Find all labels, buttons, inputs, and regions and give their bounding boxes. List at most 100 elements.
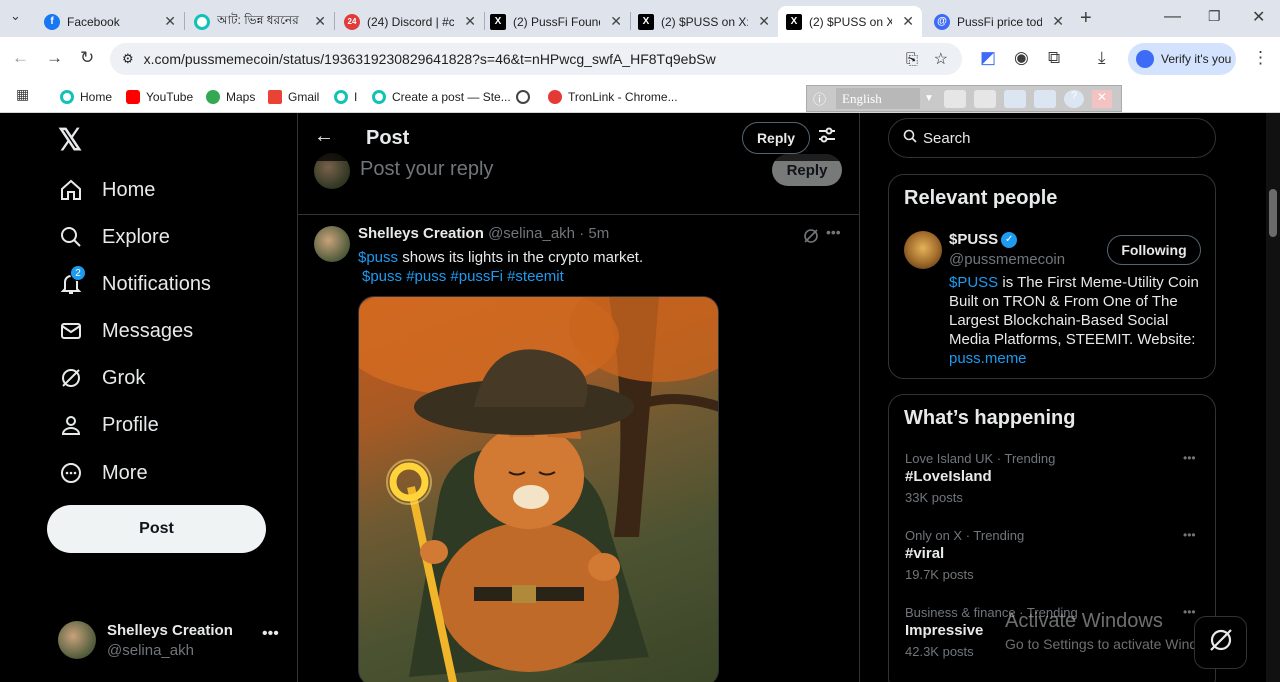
nav-item-profile[interactable]: Profile [58, 412, 159, 438]
bookmark-tronlink[interactable]: TronLink - Chrome... [548, 87, 678, 107]
dropdown-icon[interactable]: ▼ [924, 93, 934, 104]
toolbar: ← → ↻ ⚙ x.com/pussmemecoin/status/193631… [0, 37, 1280, 81]
close-tab-icon[interactable]: ✕ [902, 13, 914, 30]
verify-chip[interactable]: Verify it's you [1128, 43, 1236, 75]
search-placeholder: Search [923, 129, 971, 147]
nav-item-home[interactable]: Home [58, 177, 155, 203]
bookmark-youtube[interactable]: YouTube [126, 87, 193, 107]
nav-item-grok[interactable]: Grok [58, 365, 145, 391]
translate-icon[interactable]: ⓘ [813, 89, 826, 108]
nav-item-explore[interactable]: Explore [58, 224, 170, 250]
back-icon[interactable]: ← [12, 48, 29, 68]
hashtag-links[interactable]: $puss #puss #pussFi #steemit [362, 268, 564, 285]
back-arrow-icon[interactable]: ← [314, 125, 334, 148]
close-tab-icon[interactable]: ✕ [610, 13, 622, 30]
close-tab-icon[interactable]: ✕ [758, 13, 770, 30]
x-logo-icon[interactable]: 𝕏 [58, 123, 82, 158]
bookmark-gmail[interactable]: Gmail [268, 87, 319, 107]
post-button[interactable]: Post [47, 505, 266, 553]
nav-item-notifications[interactable]: 2 Notifications [58, 265, 211, 297]
site-info-icon[interactable]: ⚙ [122, 51, 134, 67]
address-bar[interactable]: ⚙ x.com/pussmemecoin/status/193631923082… [110, 43, 962, 75]
avatar[interactable] [904, 231, 942, 269]
reload-icon[interactable]: ↻ [80, 48, 94, 68]
nav-label: Notifications [102, 272, 211, 295]
tab-2[interactable]: 24 (24) Discord | #c ✕ [336, 6, 484, 37]
bookmark-home[interactable]: Home [60, 87, 112, 107]
minimize-icon[interactable]: — [1164, 6, 1181, 26]
scrollbar-thumb[interactable] [1269, 189, 1277, 237]
apps-grid-icon[interactable]: ▦ [16, 86, 29, 103]
tab-3[interactable]: X (2) PussFi Found ✕ [482, 6, 630, 37]
restore-icon[interactable]: ❐ [1208, 8, 1221, 25]
tab-title: Facebook [67, 14, 120, 29]
author-handle[interactable]: @selina_akh [488, 225, 575, 242]
more-dots-icon[interactable]: ••• [1183, 451, 1196, 465]
tab-search-icon[interactable]: ⌄ [10, 8, 21, 24]
tab-6[interactable]: @ PussFi price tod ✕ [926, 6, 1072, 37]
following-button[interactable]: Following [1107, 235, 1201, 265]
person-icon [58, 412, 84, 438]
grok-floating-button[interactable] [1194, 616, 1247, 669]
toolbar-button-icon[interactable] [1003, 89, 1026, 108]
trend-item[interactable]: Love Island UK · Trending #LoveIsland 33… [905, 451, 1205, 511]
toolbar-button-icon[interactable] [973, 89, 996, 108]
tweet-image[interactable] [358, 296, 719, 682]
scrollbar[interactable] [1266, 113, 1280, 682]
nav-item-messages[interactable]: Messages [58, 318, 193, 344]
close-tab-icon[interactable]: ✕ [314, 13, 326, 30]
verified-badge-icon: ✓ [1001, 231, 1018, 248]
cashtag-link[interactable]: $PUSS [949, 274, 998, 291]
search-input[interactable]: Search [888, 118, 1216, 158]
install-icon[interactable]: ⎘ [906, 51, 918, 68]
reply-input[interactable]: Post your reply [360, 158, 493, 181]
tab-4[interactable]: X (2) $PUSS on X: ✕ [630, 6, 778, 37]
puzzle-icon[interactable]: ⧉ [1048, 48, 1060, 68]
cashtag-link[interactable]: $puss [358, 249, 398, 266]
bookmark-site[interactable]: I [334, 87, 357, 107]
header-reply-button[interactable]: Reply [742, 122, 810, 154]
download-icon[interactable]: ⤓ [1098, 48, 1106, 68]
tab-1[interactable]: আট: ভিন্ন ধরনের ✕ [186, 6, 334, 37]
close-window-icon[interactable]: ✕ [1252, 7, 1265, 27]
forward-icon[interactable]: → [46, 48, 63, 68]
tweet[interactable]: Shelleys Creation @selina_akh · 5m ••• $… [298, 216, 859, 682]
tab-0[interactable]: f Facebook ✕ [36, 6, 184, 37]
bookmark-maps[interactable]: Maps [206, 87, 255, 107]
account-switcher[interactable]: Shelleys Creation @selina_akh ••• [58, 619, 282, 659]
close-tab-icon[interactable]: ✕ [464, 13, 476, 30]
grok-icon [58, 365, 84, 391]
extension-icon[interactable]: ◉ [1014, 48, 1029, 68]
bookmark-star-icon[interactable]: ☆ [934, 49, 948, 69]
more-dots-icon[interactable]: ••• [1183, 528, 1196, 542]
bookmark-globe[interactable] [516, 87, 536, 107]
toolbar-button-icon[interactable] [1033, 89, 1056, 108]
trend-title: #LoveIsland [905, 468, 992, 485]
website-link[interactable]: puss.meme [949, 350, 1027, 367]
watermark-title: Activate Windows [1005, 610, 1163, 632]
new-tab-icon[interactable]: + [1080, 7, 1092, 30]
toolbar-button-icon[interactable] [943, 89, 966, 108]
trend-item[interactable]: Only on X · Trending #viral 19.7K posts … [905, 528, 1205, 588]
menu-icon[interactable]: ⋮ [1252, 48, 1269, 68]
close-tab-icon[interactable]: ✕ [164, 13, 176, 30]
avatar[interactable] [314, 226, 350, 262]
help-icon[interactable]: ? [1063, 89, 1084, 108]
more-dots-icon[interactable]: ••• [262, 625, 279, 643]
language-select[interactable]: English [836, 88, 921, 109]
bookmark-create-post[interactable]: Create a post — Ste... [372, 87, 511, 107]
close-icon[interactable]: ✕ [1091, 89, 1112, 108]
more-dots-icon[interactable]: ••• [826, 224, 841, 240]
nav-item-more[interactable]: More [58, 460, 148, 486]
discord-icon: 24 [344, 13, 360, 30]
grok-icon[interactable] [803, 228, 819, 249]
url-text[interactable]: x.com/pussmemecoin/status/19363192308296… [144, 51, 716, 67]
author-name[interactable]: Shelleys Creation [358, 225, 484, 242]
tab-5-active[interactable]: X (2) $PUSS on X: ✕ [778, 6, 922, 37]
person-name-row[interactable]: $PUSS ✓ [949, 231, 1018, 248]
sliders-icon[interactable] [818, 126, 836, 149]
tweet-time[interactable]: · 5m [579, 225, 609, 242]
person-handle[interactable]: @pussmemecoin [949, 251, 1065, 268]
extension-icon[interactable]: ◩ [980, 48, 996, 68]
close-tab-icon[interactable]: ✕ [1052, 13, 1064, 30]
